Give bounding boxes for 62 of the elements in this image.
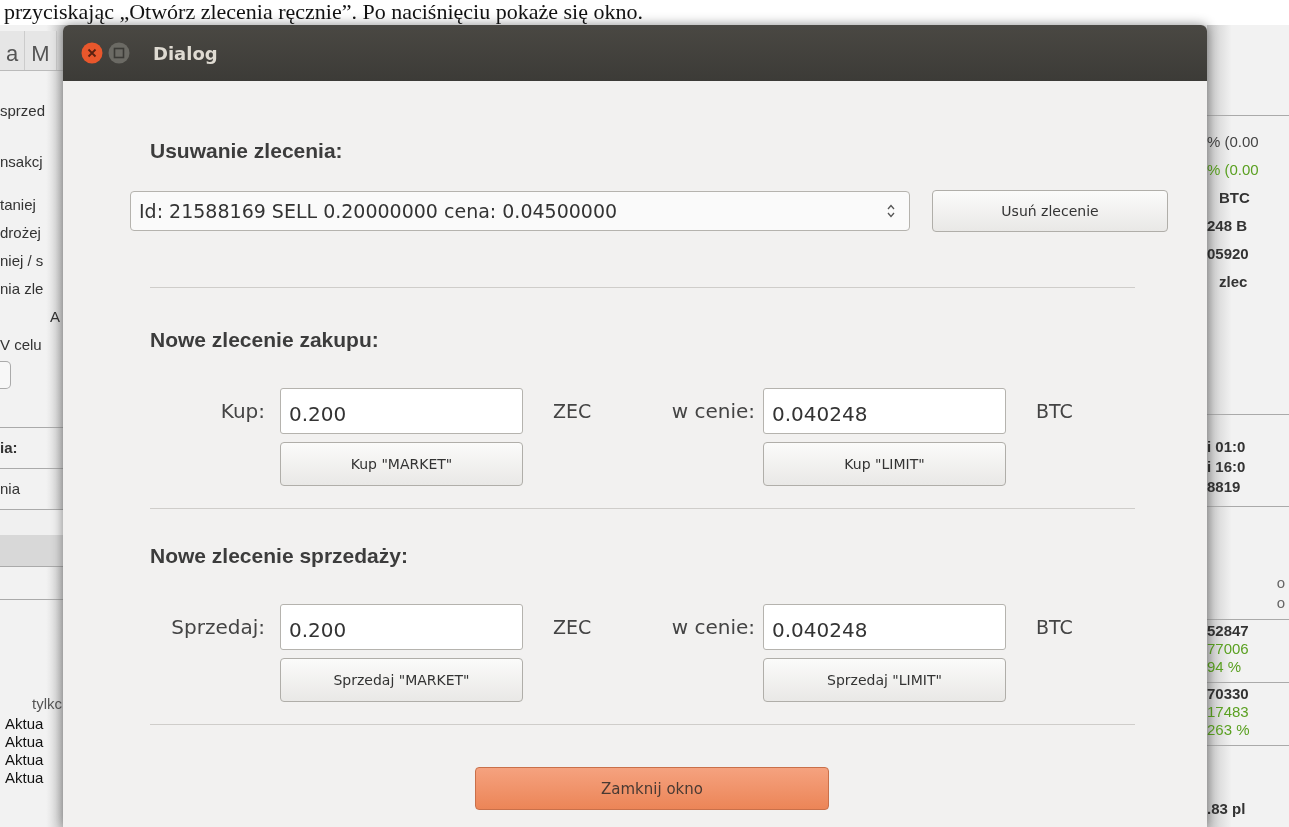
delete-order-button[interactable]: Usuń zlecenie	[932, 190, 1168, 232]
price-field[interactable]: 0.040248	[763, 388, 1006, 434]
unit-label: BTC	[1035, 400, 1074, 422]
column-header: o	[1276, 593, 1285, 613]
field-label: Sprzedaj:	[170, 615, 266, 639]
field-label: w cenie:	[670, 615, 756, 639]
column-header: tylkc	[31, 695, 63, 714]
maximize-icon[interactable]	[108, 42, 130, 64]
panel-label: nsakcj	[0, 152, 44, 172]
table-cell-text: 77006	[1207, 640, 1250, 658]
table-cell-text: 52847	[1207, 622, 1250, 640]
table-cell-text: 94 %	[1207, 658, 1243, 676]
table-cell-text: .83 pl	[1207, 800, 1247, 817]
log-row-text: Aktua	[4, 751, 45, 769]
unit-label: ZEC	[552, 616, 593, 638]
button-edge[interactable]	[0, 361, 11, 389]
panel-label: drożej	[0, 223, 42, 243]
table-cell-text: 263 %	[1207, 721, 1251, 739]
table-cell-text: 70330	[1207, 685, 1250, 703]
section-heading: Nowe zlecenie sprzedaży:	[150, 543, 408, 569]
spinner-arrows-icon	[887, 204, 895, 218]
market-order-button[interactable]: Kup "MARKET"	[280, 442, 523, 486]
table-cell-text: 17483	[1207, 703, 1250, 721]
table-header-strip	[0, 509, 66, 567]
amount-field[interactable]: 0.200	[280, 388, 523, 434]
section-heading: Usuwanie zlecenia:	[150, 138, 343, 164]
tab[interactable]: a	[0, 31, 26, 70]
market-order-button[interactable]: Sprzedaj "MARKET"	[280, 658, 523, 702]
panel-label: sprzed	[0, 101, 47, 121]
document-text: przyciskając „Otwórz zlecenia ręcznie”. Po naciśnięciu pokaże się okno.	[3, 0, 644, 25]
stat-value: 8819	[1207, 477, 1242, 497]
panel-label: A	[49, 307, 61, 327]
unit-label: BTC	[1035, 616, 1074, 638]
tab[interactable]: M	[25, 31, 57, 70]
panel-label: nia zle	[0, 279, 45, 299]
close-window-button[interactable]: Zamknij okno	[475, 767, 829, 810]
stat-value: 248 B	[1207, 216, 1249, 236]
stat-value: i 16:0	[1207, 457, 1247, 477]
field-label: w cenie:	[670, 399, 756, 423]
stat-value: zlec	[1218, 272, 1249, 292]
stat-value: BTC	[1218, 188, 1251, 208]
panel-label: taniej	[0, 195, 37, 215]
limit-order-button[interactable]: Sprzedaj "LIMIT"	[763, 658, 1006, 702]
close-icon[interactable]	[81, 42, 103, 64]
order-dropdown[interactable]: Id: 21588169 SELL 0.20000000 cena: 0.04500000	[130, 191, 910, 231]
stat-value: 05920	[1207, 244, 1250, 264]
stat-value: % (0.00	[1207, 160, 1260, 180]
panel-label: niej / s	[0, 251, 45, 271]
window-title: Dialog	[153, 42, 218, 64]
field-label: Kup:	[219, 399, 266, 423]
log-row-text: Aktua	[4, 733, 45, 751]
panel-label: V celu	[0, 335, 43, 355]
price-field[interactable]: 0.040248	[763, 604, 1006, 650]
column-header: o	[1276, 573, 1285, 593]
unit-label: ZEC	[552, 400, 593, 422]
section-heading: Nowe zlecenie zakupu:	[150, 327, 379, 353]
amount-field[interactable]: 0.200	[280, 604, 523, 650]
stat-value: i 01:0	[1207, 437, 1247, 457]
log-row-text: Aktua	[4, 715, 45, 733]
log-row-text: Aktua	[4, 769, 45, 787]
limit-order-button[interactable]: Kup "LIMIT"	[763, 442, 1006, 486]
stat-value: % (0.00	[1207, 132, 1260, 152]
